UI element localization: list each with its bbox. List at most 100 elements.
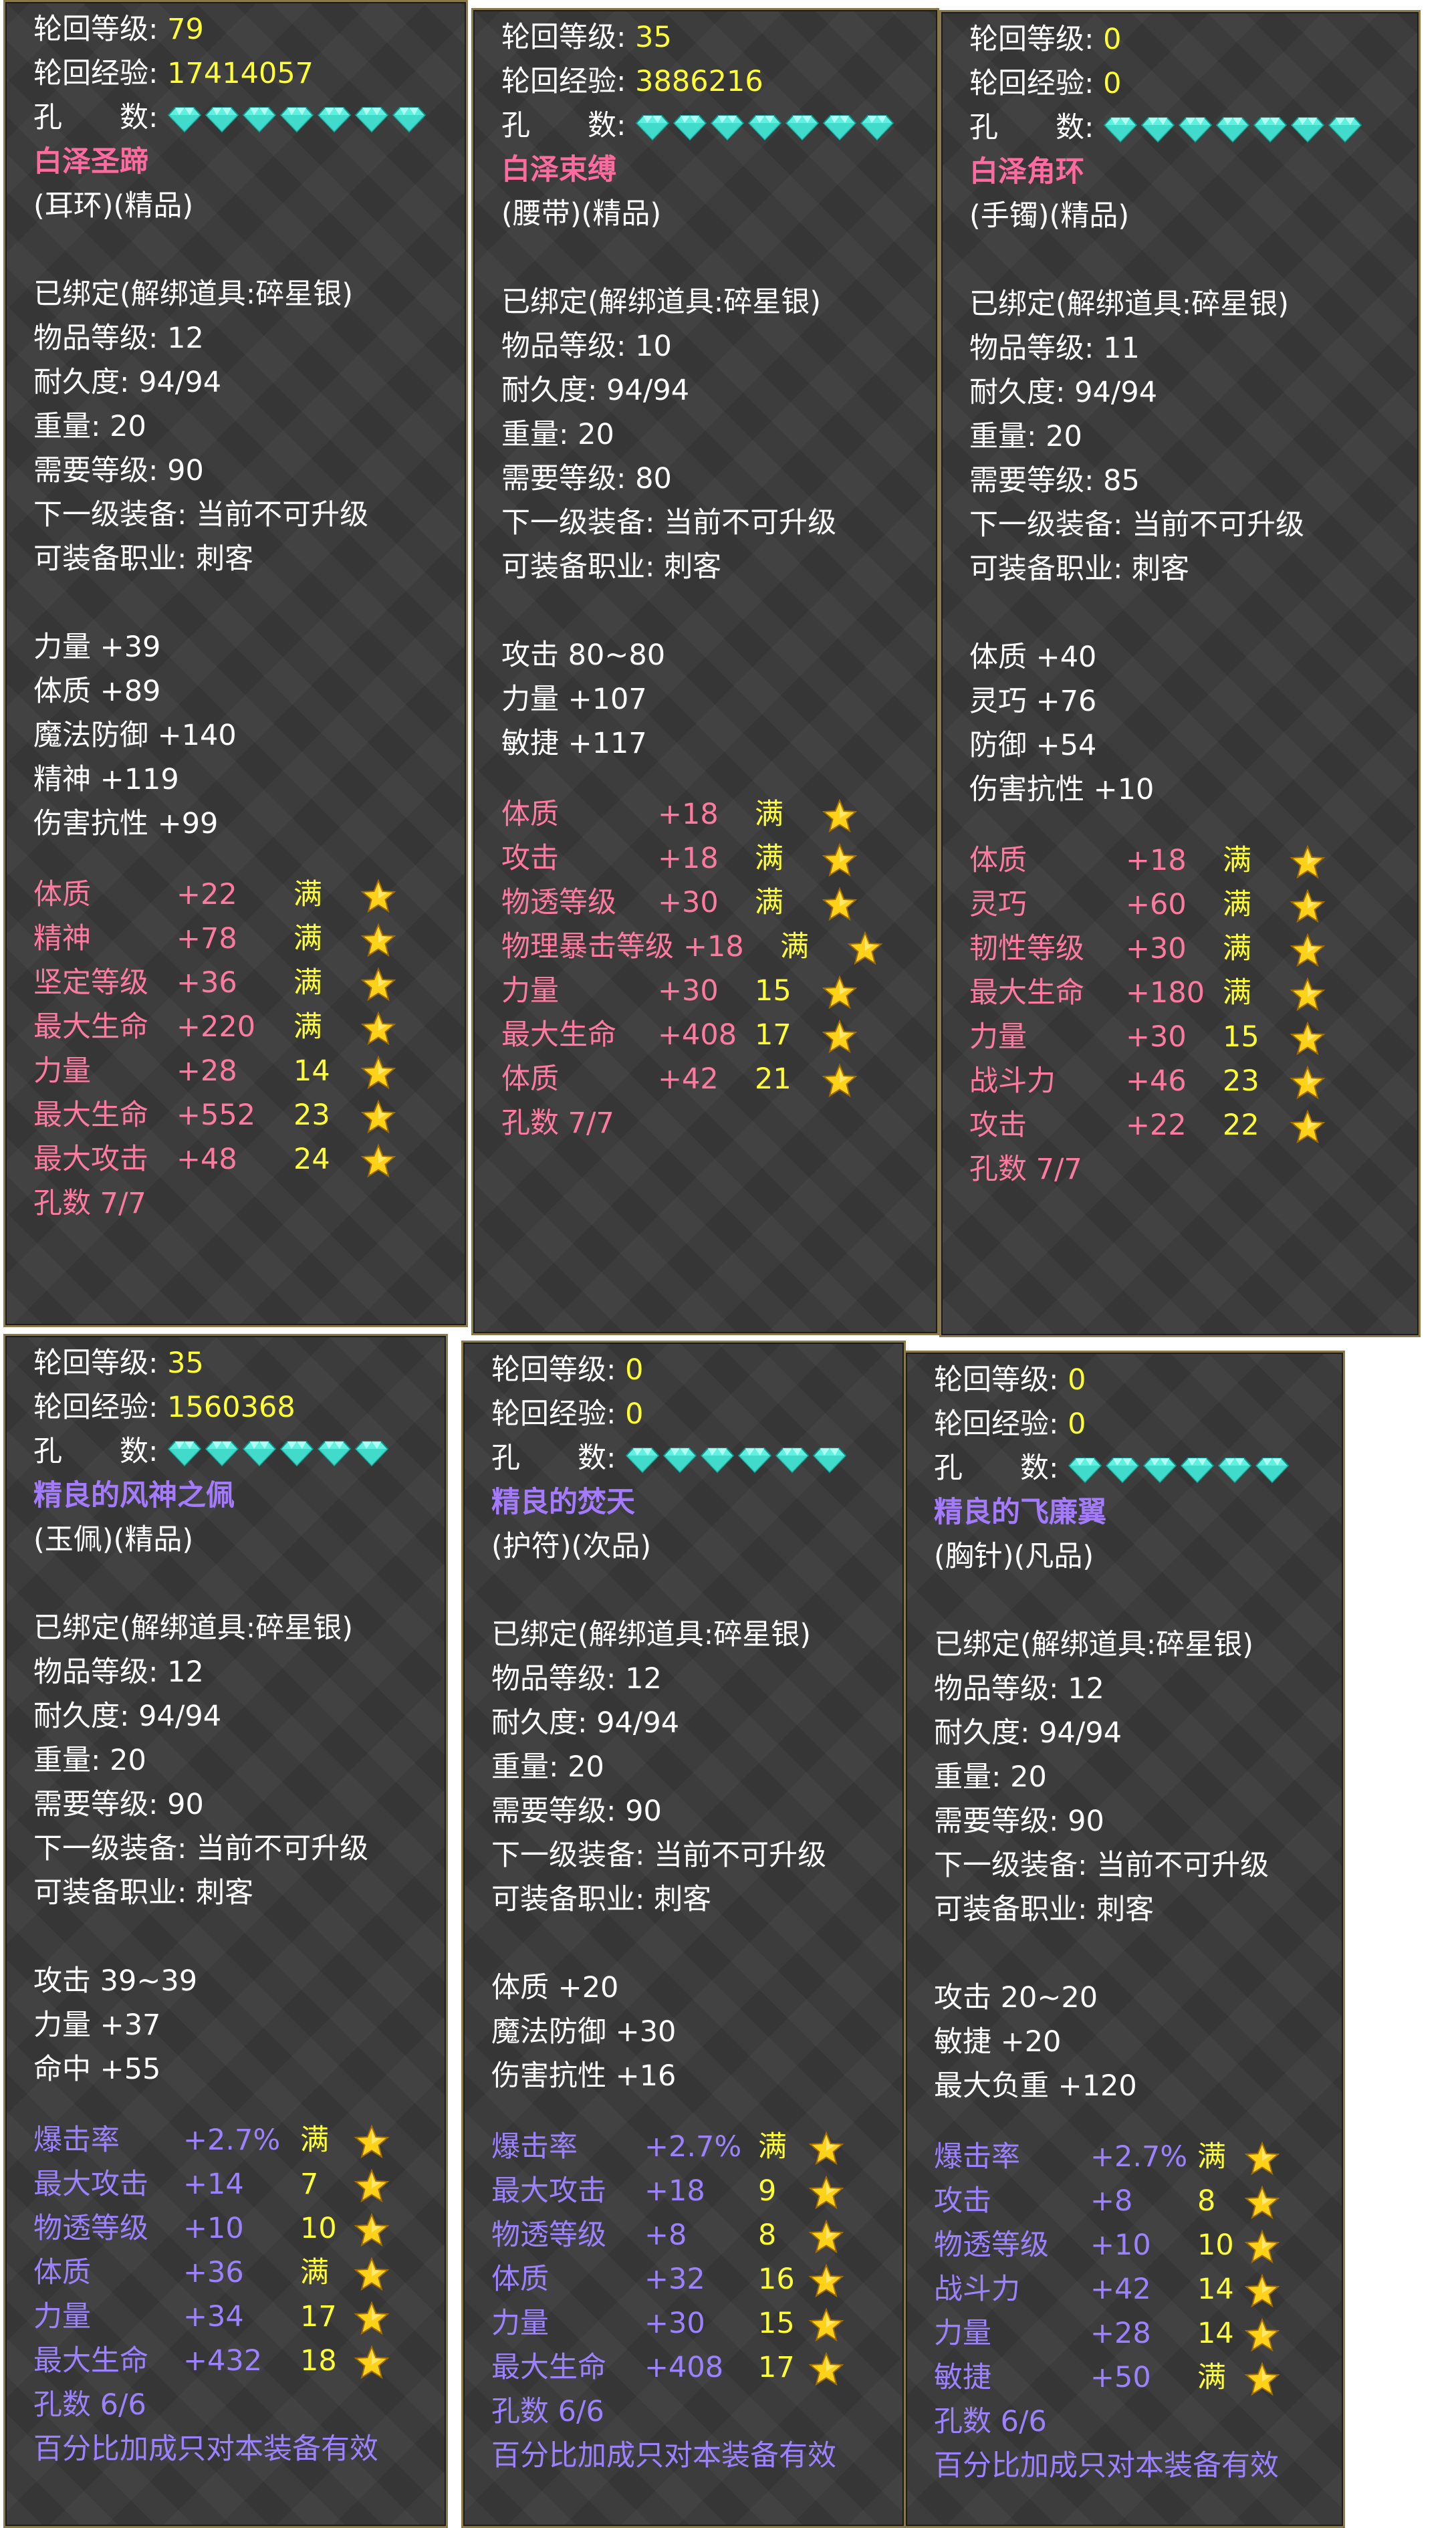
item-name-text: 精良的飞廉翼	[934, 1496, 1106, 1529]
refine-value: +36	[176, 966, 237, 1000]
refine-level: 14	[1197, 2273, 1234, 2306]
job-row: 可装备职业: 刺客	[33, 1871, 438, 1915]
gold-star-icon	[1290, 844, 1326, 879]
item-type: (腰带)(精品)	[501, 192, 929, 236]
weight-label: 重量:	[501, 418, 569, 451]
base-stat-text: 力量 +39	[33, 630, 161, 664]
refine-value: +34	[183, 2300, 244, 2333]
refine-row: 战斗力 +46 23	[969, 1059, 1411, 1103]
diamond-gem-icon	[860, 114, 894, 140]
refine-row: 物透等级 +10 10	[33, 2206, 438, 2251]
weight-row: 重量: 20	[33, 405, 458, 449]
item-tooltip-belt: 轮回等级: 35 轮回经验: 3886216 孔 数: 白泽束缚 (腰带)(精品…	[471, 8, 939, 1335]
base-stat-text: 魔法防御 +30	[491, 2015, 677, 2049]
refine-value: +10	[183, 2212, 244, 2245]
durability-label: 耐久度:	[491, 1706, 588, 1740]
reinc-exp-label: 轮回经验:	[491, 1397, 616, 1431]
refine-name: 战斗力	[934, 2273, 1020, 2306]
req-level-value: 85	[1103, 464, 1140, 497]
refine-row: 物透等级 +10 10	[934, 2223, 1335, 2267]
reinc-level-row: 轮回等级: 79	[33, 7, 458, 51]
item-name-text: 白泽角环	[969, 155, 1084, 189]
refine-value: +32	[644, 2263, 705, 2296]
reinc-exp-value: 0	[1103, 67, 1122, 100]
bound-text: 已绑定(解绑道具:碎星银)	[33, 1611, 354, 1645]
item-level-label: 物品等级:	[491, 1662, 616, 1696]
gem-list	[167, 1429, 392, 1474]
refine-level: 9	[758, 2174, 777, 2208]
refine-value: +46	[1126, 1064, 1187, 1098]
durability-value: 94/94	[606, 374, 690, 407]
refine-name: 最大生命	[969, 976, 1084, 1010]
holes-row: 孔 数:	[33, 96, 458, 140]
reinc-level-value: 35	[635, 21, 672, 54]
req-level-row: 需要等级: 85	[969, 459, 1411, 503]
refine-name: 体质	[969, 844, 1027, 877]
refine-value: +180	[1126, 976, 1205, 1010]
gold-star-icon	[1290, 932, 1326, 967]
gold-star-icon	[1290, 1020, 1326, 1055]
refine-level: 满	[1197, 2361, 1226, 2394]
refine-row: 攻击 +8 8	[934, 2179, 1335, 2223]
req-level-label: 需要等级:	[501, 462, 626, 495]
reinc-exp-label: 轮回经验:	[33, 57, 158, 90]
refine-value: +28	[1090, 2317, 1151, 2350]
weight-label: 重量:	[33, 410, 101, 443]
refine-row: 力量 +30 15	[969, 1015, 1411, 1059]
base-stat-row: 力量 +39	[33, 625, 458, 669]
reinc-exp-value: 0	[1068, 1407, 1086, 1441]
diamond-gem-icon	[673, 114, 707, 140]
refine-row: 体质 +22 满	[33, 873, 458, 917]
refine-row: 攻击 +22 22	[969, 1103, 1411, 1147]
req-level-row: 需要等级: 90	[33, 1783, 438, 1827]
gold-star-icon	[822, 1018, 858, 1053]
gold-star-icon	[808, 2307, 844, 2341]
bound-row: 已绑定(解绑道具:碎星银)	[501, 280, 929, 324]
gold-star-icon	[360, 1143, 396, 1177]
weight-label: 重量:	[969, 420, 1037, 453]
durability-row: 耐久度: 94/94	[33, 1694, 438, 1738]
refine-row: 韧性等级 +30 满	[969, 927, 1411, 971]
durability-label: 耐久度:	[934, 1716, 1030, 1750]
refine-level: 15	[755, 974, 792, 1008]
refine-value: +18	[1126, 844, 1187, 877]
refine-level: 10	[300, 2212, 337, 2245]
refine-level: 满	[300, 2123, 329, 2157]
refine-value: +8	[644, 2218, 687, 2252]
diamond-gem-icon	[317, 1440, 352, 1466]
base-stat-row: 攻击 80~80	[501, 633, 929, 677]
refine-name: 最大生命	[501, 1018, 616, 1052]
holes-label: 孔 数:	[33, 1435, 158, 1468]
diamond-gem-icon	[1068, 1457, 1102, 1483]
refine-level: 15	[758, 2307, 795, 2340]
next-equip-text: 下一级装备: 当前不可升级	[501, 506, 837, 540]
gold-star-icon	[1290, 1109, 1326, 1143]
gold-star-icon	[1244, 2317, 1280, 2351]
base-stat-text: 体质 +20	[491, 1971, 619, 2004]
item-level-row: 物品等级: 11	[969, 326, 1411, 370]
refine-row: 战斗力 +42 14	[934, 2267, 1335, 2311]
gold-star-icon	[360, 1010, 396, 1045]
bound-text: 已绑定(解绑道具:碎星银)	[969, 288, 1290, 321]
item-name-text: 精良的焚天	[491, 1486, 635, 1519]
holes-label: 孔 数:	[501, 109, 626, 142]
req-level-label: 需要等级:	[33, 454, 158, 487]
diamond-gem-icon	[1215, 116, 1250, 142]
durability-row: 耐久度: 94/94	[934, 1711, 1335, 1755]
diamond-gem-icon	[737, 1447, 772, 1473]
holes-count-text: 孔数 6/6	[491, 2395, 604, 2428]
refine-row: 力量 +28 14	[934, 2311, 1335, 2355]
refine-value: +18	[683, 930, 744, 963]
refine-name: 力量	[491, 2307, 549, 2340]
gold-star-icon	[1244, 2228, 1280, 2263]
gold-star-icon	[1290, 888, 1326, 923]
refine-value: +18	[658, 798, 719, 831]
reinc-exp-label: 轮回经验:	[33, 1391, 158, 1424]
gold-star-icon	[1290, 1064, 1326, 1099]
gold-star-icon	[1244, 2184, 1280, 2219]
percent-note: 百分比加成只对本装备有效	[491, 2434, 896, 2478]
base-stat-text: 体质 +89	[33, 675, 161, 708]
gold-star-icon	[1244, 2361, 1280, 2396]
diamond-gem-icon	[625, 1447, 660, 1473]
gem-list	[167, 96, 429, 140]
